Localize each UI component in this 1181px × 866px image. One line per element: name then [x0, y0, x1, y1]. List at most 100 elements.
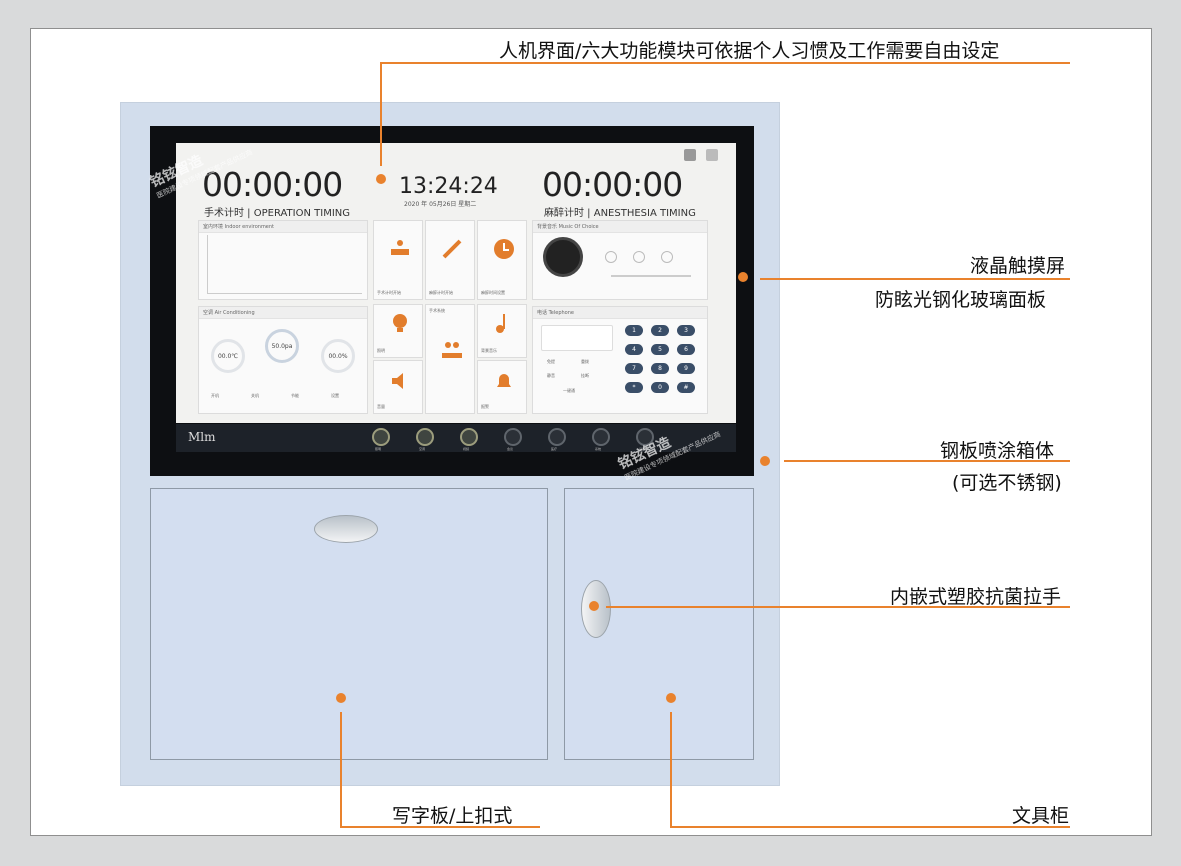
- anesthesia-timer-label: 麻醉计时 | ANESTHESIA TIMING: [544, 208, 696, 219]
- dock-button-video[interactable]: [460, 428, 478, 446]
- dock-button-system[interactable]: [592, 428, 610, 446]
- tile-label: 音量: [377, 404, 385, 409]
- tile-label: 照明: [377, 348, 385, 353]
- ac-button-settings[interactable]: 设置: [331, 393, 339, 399]
- telephone-title: 电话 Telephone: [533, 307, 707, 319]
- callout-lcd-line: [760, 278, 1070, 280]
- callout-writing-board-dot: [336, 693, 346, 703]
- callout-stationery-line: [670, 826, 1070, 828]
- tile-anesthesia-timer-start[interactable]: 麻醉计时开始: [425, 220, 475, 300]
- air-conditioning-card[interactable]: 空调 Air Conditioning 00.0℃ 50.0pa 00.0% 开…: [198, 306, 368, 414]
- callout-hmi-leader: [380, 62, 382, 166]
- touch-screen[interactable]: 00:00:00 手术计时 | OPERATION TIMING 13:24:2…: [176, 143, 736, 423]
- phone-action-hangup[interactable]: 挂断: [581, 373, 589, 379]
- lightbulb-icon: [393, 314, 407, 332]
- phone-key[interactable]: 9: [677, 363, 695, 374]
- tile-surgery-system[interactable]: 手术系统: [425, 304, 475, 414]
- callout-writing-board: 写字板/上扣式: [392, 805, 513, 827]
- phone-action-one-touch[interactable]: 一键通: [563, 388, 575, 394]
- tile-label: 麻醉计时开始: [429, 290, 453, 295]
- telephone-card[interactable]: 电话 Telephone 免提 重拨 静音 挂断 一键通 1 2 3 4 5 6…: [532, 306, 708, 414]
- phone-key[interactable]: 8: [651, 363, 669, 374]
- tile-label: 手术计时开始: [377, 290, 401, 295]
- alarm-bell-icon: [497, 374, 511, 387]
- music-title: 背景音乐 Music Of Choice: [533, 221, 707, 233]
- humidity-gauge: 00.0%: [321, 339, 355, 373]
- next-icon[interactable]: [661, 251, 673, 263]
- writing-board-handle[interactable]: [314, 515, 378, 543]
- callout-lcd-dot: [738, 272, 748, 282]
- dock-label: 空调: [419, 447, 426, 451]
- callout-handle: 内嵌式塑胶抗菌拉手: [890, 586, 1062, 608]
- callout-hmi-line: [380, 62, 1070, 64]
- anesthesia-timer: 00:00:00: [542, 165, 683, 204]
- callout-writing-board-leader: [340, 712, 342, 828]
- clock: 13:24:24: [399, 174, 498, 199]
- callout-steel-dot: [760, 456, 770, 466]
- phone-key[interactable]: 5: [651, 344, 669, 355]
- tile-label: 麻醉时间设置: [481, 290, 505, 295]
- phone-action-redial[interactable]: 重拨: [581, 359, 589, 365]
- callout-hmi-dot: [376, 174, 386, 184]
- ac-button-power[interactable]: 开机: [211, 393, 219, 399]
- dock-label: 会议: [507, 447, 514, 451]
- tile-label: 背景音乐: [481, 348, 497, 353]
- prev-icon[interactable]: [605, 251, 617, 263]
- phone-key[interactable]: 3: [677, 325, 695, 336]
- dock-button-medical[interactable]: [548, 428, 566, 446]
- phone-key[interactable]: 1: [625, 325, 643, 336]
- phone-key[interactable]: 2: [651, 325, 669, 336]
- indoor-environment-title: 室内环境 Indoor environment: [199, 221, 367, 233]
- album-cover: [543, 237, 583, 277]
- scalpel-icon: [391, 240, 409, 255]
- phone-key[interactable]: 7: [625, 363, 643, 374]
- operation-timer-label: 手术计时 | OPERATION TIMING: [204, 208, 351, 219]
- dock-button-meeting[interactable]: [504, 428, 522, 446]
- phone-action-mute[interactable]: 静音: [547, 373, 555, 379]
- tile-alarm[interactable]: 报警: [477, 360, 527, 414]
- callout-handle-dot: [589, 601, 599, 611]
- clock-icon: [494, 239, 514, 259]
- phone-action-speaker[interactable]: 免提: [547, 359, 555, 365]
- callout-lcd: 液晶触摸屏: [970, 255, 1066, 277]
- tile-background-music[interactable]: 背景音乐: [477, 304, 527, 358]
- callout-stationery-dot: [666, 693, 676, 703]
- dock-button-lighting[interactable]: [372, 428, 390, 446]
- ac-button-off[interactable]: 关机: [251, 393, 259, 399]
- phone-key[interactable]: 6: [677, 344, 695, 355]
- dock-label: 系统: [595, 447, 602, 451]
- callout-steel-line: [784, 460, 1070, 462]
- callout-hmi: 人机界面/六大功能模块可依据个人习惯及工作需要自由设定: [499, 40, 1000, 62]
- phone-key[interactable]: 0: [651, 382, 669, 393]
- tile-volume[interactable]: 音量: [373, 360, 423, 414]
- temperature-gauge: 00.0℃: [211, 339, 245, 373]
- tile-anesthesia-time-setting[interactable]: 麻醉时间设置: [477, 220, 527, 300]
- callout-steel: 钢板喷涂箱体: [940, 440, 1055, 462]
- music-card[interactable]: 背景音乐 Music Of Choice: [532, 220, 708, 300]
- dock-button-ac[interactable]: [416, 428, 434, 446]
- callout-glass: 防眩光钢化玻璃面板: [875, 289, 1047, 311]
- dock-logo: Mlm: [188, 430, 216, 444]
- phone-display: [541, 325, 613, 351]
- callout-stationery: 文具柜: [1012, 805, 1070, 827]
- callout-stationery-leader: [670, 712, 672, 828]
- callout-handle-line: [606, 606, 1070, 608]
- speaker-icon: [392, 373, 403, 389]
- ac-button-eco[interactable]: 节能: [291, 393, 299, 399]
- callout-stainless: (可选不锈钢): [952, 472, 1062, 494]
- volume-slider[interactable]: [611, 275, 691, 277]
- tile-operation-timer-start[interactable]: 手术计时开始: [373, 220, 423, 300]
- dock-label: 照明: [375, 447, 382, 451]
- settings-icon[interactable]: [684, 149, 696, 161]
- tile-label: 手术系统: [429, 308, 445, 313]
- phone-key[interactable]: 4: [625, 344, 643, 355]
- tile-lighting[interactable]: 照明: [373, 304, 423, 358]
- play-icon[interactable]: [633, 251, 645, 263]
- syringe-icon: [442, 239, 462, 259]
- indoor-environment-card[interactable]: 室内环境 Indoor environment: [198, 220, 368, 300]
- phone-key[interactable]: #: [677, 382, 695, 393]
- filter-icon[interactable]: [706, 149, 718, 161]
- music-note-icon: [496, 314, 505, 333]
- phone-key[interactable]: *: [625, 382, 643, 393]
- date: 2020 年 05月26日 星期二: [404, 201, 477, 208]
